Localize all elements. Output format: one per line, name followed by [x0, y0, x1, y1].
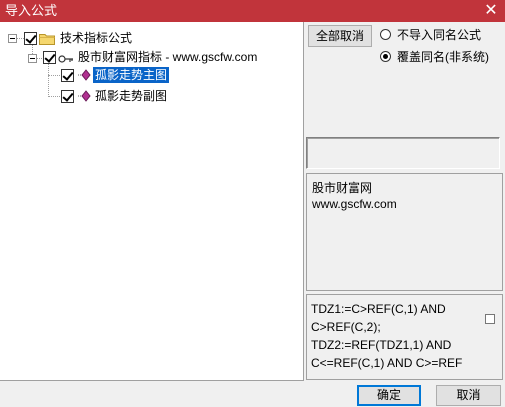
overwrite-duplicate-label[interactable]: 覆盖同名(非系统) [397, 49, 489, 65]
tree-item-sub-chart[interactable]: 孤影走势副图 [95, 88, 167, 104]
folder-icon [39, 34, 55, 45]
root-collapse-toggle[interactable] [8, 34, 17, 43]
tree-connector [48, 64, 49, 97]
overwrite-duplicate-radio[interactable] [380, 51, 391, 62]
overwrite-duplicate-option[interactable]: 覆盖同名(非系统) [380, 49, 500, 65]
diamond-icon [78, 69, 91, 81]
formula-tree: 技术指标公式 股市财富网指标 - www.gscfw.com 孤影走势主图 孤影… [0, 22, 304, 381]
options-pane: 全部取消 不导入同名公式 覆盖同名(非系统) 股市财富网 www.gscfw.c… [305, 22, 505, 381]
tree-item-main-chart[interactable]: 孤影走势主图 [91, 66, 171, 84]
item-checkbox[interactable] [61, 69, 74, 82]
skip-duplicate-option[interactable]: 不导入同名公式 [380, 27, 500, 43]
empty-status-panel [306, 137, 500, 169]
formula-preview-text: TDZ1:=C>REF(C,1) AND C>REF(C,2); TDZ2:=R… [311, 302, 463, 370]
dialog-footer: 确定 取消 [0, 381, 505, 407]
formula-preview-panel: TDZ1:=C>REF(C,1) AND C>REF(C,2); TDZ2:=R… [306, 294, 503, 380]
skip-duplicate-label[interactable]: 不导入同名公式 [397, 27, 481, 43]
root-checkbox[interactable] [24, 32, 37, 45]
description-panel: 股市财富网 www.gscfw.com [306, 173, 503, 291]
group-collapse-toggle[interactable] [28, 54, 37, 63]
skip-duplicate-radio[interactable] [380, 29, 391, 40]
group-checkbox[interactable] [43, 51, 56, 64]
import-formula-dialog: 导入公式 ✕ 技术指标公式 股市财富网指标 - www.gscfw.com 孤影… [0, 0, 505, 407]
deselect-all-button[interactable]: 全部取消 [308, 25, 372, 47]
ok-button[interactable]: 确定 [357, 385, 421, 406]
diamond-icon [78, 90, 91, 102]
key-icon [58, 55, 73, 63]
close-button[interactable]: ✕ [480, 1, 502, 21]
tree-connector [48, 75, 60, 76]
item-checkbox[interactable] [61, 90, 74, 103]
cancel-button[interactable]: 取消 [436, 385, 501, 406]
tree-root-label[interactable]: 技术指标公式 [60, 30, 132, 46]
title-bar[interactable]: 导入公式 ✕ [0, 0, 505, 22]
tree-group-label[interactable]: 股市财富网指标 - www.gscfw.com [78, 49, 257, 65]
window-title: 导入公式 [5, 3, 58, 18]
tree-connector [48, 96, 60, 97]
description-text: 股市财富网 www.gscfw.com [312, 181, 397, 211]
formula-toggle-checkbox[interactable] [485, 314, 495, 324]
